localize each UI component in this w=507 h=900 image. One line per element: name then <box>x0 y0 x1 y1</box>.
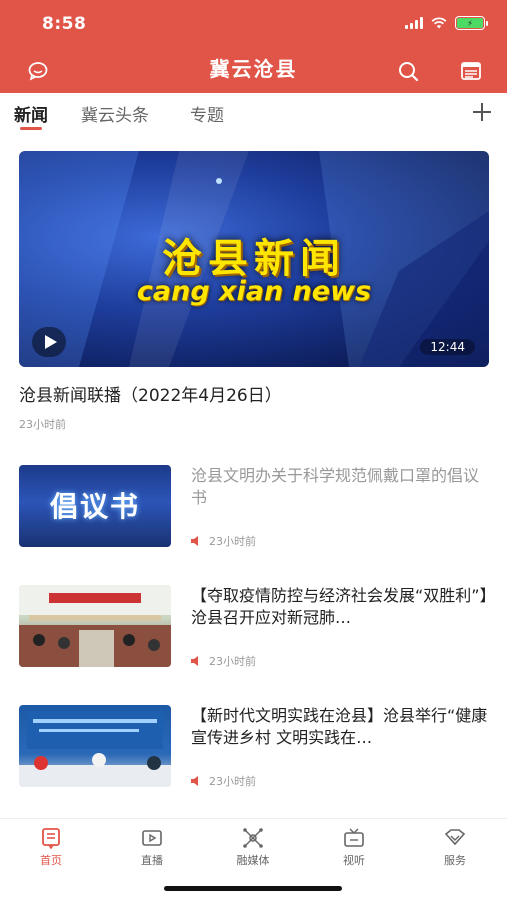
tab-headlines[interactable]: 冀云头条 <box>81 101 149 126</box>
tabbar-label: 服务 <box>444 854 466 867</box>
media-hub-icon <box>243 828 263 848</box>
list-item[interactable]: 倡议书 沧县文明办关于科学规范佩戴口罩的倡议书 23小时前 <box>19 465 489 549</box>
tv-icon <box>344 828 364 847</box>
services-icon <box>444 829 466 846</box>
channel-tabs: 新闻 冀云头条 专题 <box>0 93 507 133</box>
status-time: 8:58 <box>42 14 87 34</box>
news-time: 23小时前 <box>209 775 256 788</box>
live-icon <box>142 830 162 846</box>
news-meta: 23小时前 <box>191 533 256 549</box>
app-header: 8:58 ⚡ 冀云沧县 <box>0 0 507 93</box>
speaker-icon <box>191 536 198 546</box>
tabbar-watch[interactable]: 视听 <box>324 827 384 868</box>
home-news-icon <box>42 828 60 849</box>
list-item[interactable]: 【新时代文明实践在沧县】沧县举行“健康宣传进乡村 文明实践在… 23小时前 <box>19 705 489 789</box>
tabbar-home[interactable]: 首页 <box>21 827 81 868</box>
news-time: 23小时前 <box>209 535 256 548</box>
news-title: 【夺取疫情防控与经济社会发展“双胜利”】沧县召开应对新冠肺… <box>191 586 488 627</box>
battery-level: ⚡ <box>457 18 483 28</box>
event-photo <box>19 711 171 787</box>
newspaper-icon[interactable] <box>459 59 483 83</box>
play-icon[interactable] <box>32 327 66 357</box>
speaker-icon <box>191 656 198 666</box>
news-thumbnail <box>19 585 171 667</box>
list-item[interactable]: 【夺取疫情防控与经济社会发展“双胜利”】沧县召开应对新冠肺… 23小时前 <box>19 585 489 669</box>
add-channel-icon[interactable] <box>471 101 493 123</box>
tab-news[interactable]: 新闻 <box>14 101 48 126</box>
news-meta: 23小时前 <box>191 653 256 669</box>
title-bar: 冀云沧县 <box>0 45 507 93</box>
news-meta: 23小时前 <box>191 773 256 789</box>
battery-icon: ⚡ <box>455 16 488 30</box>
speaker-icon <box>191 776 198 786</box>
news-title: 【新时代文明实践在沧县】沧县举行“健康宣传进乡村 文明实践在… <box>191 706 488 747</box>
video-duration: 12:44 <box>420 339 475 355</box>
home-indicator[interactable] <box>164 886 342 891</box>
search-icon[interactable] <box>396 59 420 83</box>
tabbar-label: 视听 <box>343 854 365 867</box>
thumbnail-text: 倡议书 <box>49 490 140 523</box>
tab-topics[interactable]: 专题 <box>190 101 224 126</box>
status-icons: ⚡ <box>405 16 488 30</box>
tabbar-label: 首页 <box>40 854 62 867</box>
tabbar-label: 融媒体 <box>236 854 270 867</box>
tabbar-label: 直播 <box>141 854 163 867</box>
tabbar-media[interactable]: 融媒体 <box>223 827 283 868</box>
meeting-photo <box>19 585 171 667</box>
news-thumbnail: 倡议书 <box>19 465 171 547</box>
news-thumbnail <box>19 705 171 787</box>
news-time: 23小时前 <box>209 655 256 668</box>
wifi-icon <box>431 17 447 29</box>
hero-caption[interactable]: 沧县新闻联播（2022年4月26日） <box>19 381 282 406</box>
signal-icon <box>405 17 423 29</box>
news-title: 沧县文明办关于科学规范佩戴口罩的倡议书 <box>191 466 480 507</box>
hero-video[interactable]: 沧县新闻 cang xian news 12:44 <box>19 151 489 367</box>
tabbar-live[interactable]: 直播 <box>122 827 182 868</box>
tabbar-services[interactable]: 服务 <box>425 827 485 868</box>
hero-subtitle-overlay: cang xian news <box>136 276 372 307</box>
status-bar: 8:58 ⚡ <box>0 0 507 45</box>
hero-time: 23小时前 <box>19 418 66 431</box>
page-title: 冀云沧县 <box>209 57 298 81</box>
tab-active-indicator <box>20 127 42 130</box>
